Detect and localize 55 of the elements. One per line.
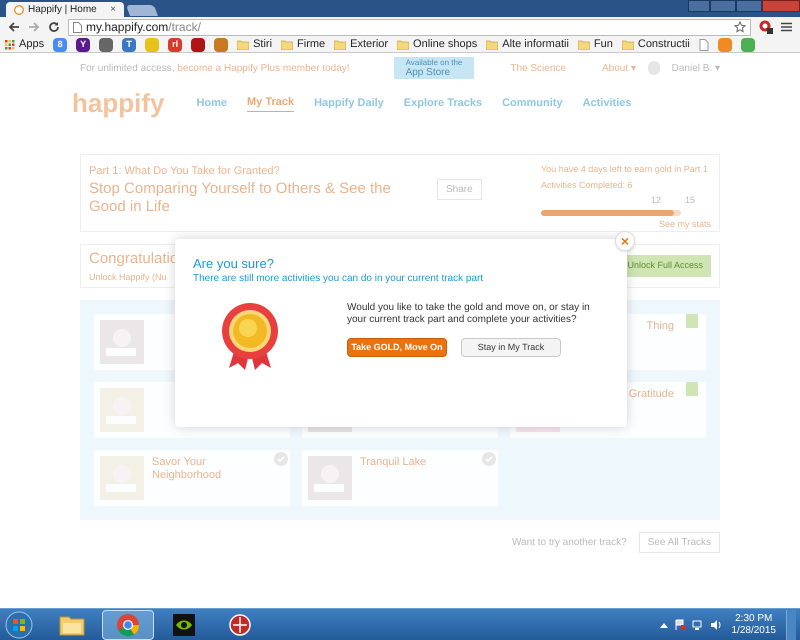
top-link[interactable]: The Science [510,60,566,76]
stay-button[interactable]: Stay in My Track [461,338,561,357]
browser-tab[interactable]: Happify | Home × [6,2,124,17]
address-bar[interactable]: my.happify.com/track/ [68,18,751,36]
dialog-question: Would you like to take the gold and move on, or stay in your current track part and complete your activities? [347,302,591,326]
congrats-title: Congratulatio [89,249,178,269]
folder-bookmark[interactable]: Exterior [334,36,388,53]
tab-close-button[interactable]: × [110,2,116,17]
nav-link[interactable]: My Track [247,94,294,112]
nav-link[interactable]: Home [196,94,228,112]
nav-link[interactable]: Activities [582,94,632,112]
nav-link[interactable]: Explore Tracks [404,94,482,112]
folder-bookmark[interactable]: Stiri [237,36,272,53]
progress-tick: 15 [684,194,695,207]
site-bookmark[interactable]: T [122,38,136,52]
url-text: my.happify.com/track/ [86,19,201,36]
happify-logo[interactable]: happify [72,84,164,122]
another-track-text: Want to try another track? [512,536,627,550]
tab-title: Happify | Home [28,3,98,17]
progress-tick: 12 [650,194,661,207]
share-button[interactable]: Share [437,179,482,200]
top-link[interactable]: About ▾ [602,60,636,76]
folder-bookmark[interactable]: Fun [578,36,613,53]
dialog-close-button[interactable]: × [615,231,635,251]
user-menu[interactable]: Daniel B. ▾ [672,60,720,76]
card-title: Savor Your Neighborhood [152,456,222,482]
app-store-button[interactable]: Available on the App Store [394,57,474,79]
folder-bookmark[interactable]: Alte informatii [486,36,569,53]
folder-bookmark[interactable]: Firme [281,36,326,53]
folder-bookmark[interactable]: Constructii [622,36,690,53]
promo-text: For unlimited access, become a Happify Plus member today! [80,62,350,76]
card-title: Thing [646,320,674,333]
move-on-button[interactable]: Take GOLD, Move On [347,338,447,357]
nav-link[interactable]: Community [502,94,563,112]
see-all-tracks-button[interactable]: See All Tracks [638,532,720,553]
activity-card[interactable]: Savor Your Neighborhood [94,450,290,506]
unlock-note: Unlock Happify (Nu [89,270,168,284]
part-title: Stop Comparing Yourself to Others & See the Good in Life [89,180,392,216]
site-bookmark[interactable]: 8 [53,38,68,52]
nav-link[interactable]: Happify Daily [314,94,384,112]
site-bookmark[interactable]: Y [76,38,90,52]
part-label: Part 1: What Do You Take for Granted? [89,164,281,179]
site-bookmark[interactable]: rl [168,38,182,52]
apps-bookmark[interactable]: Apps [5,36,44,53]
promo-link[interactable]: become a Happify Plus member today! [177,62,350,74]
card-title: Tranquil Lake [360,456,428,469]
deadline-note: You have 4 days left to earn gold in Part 1 [541,163,709,176]
dialog-title: Are you sure? [193,257,275,271]
activity-card[interactable]: Tranquil Lake [302,450,498,506]
folder-bookmark[interactable]: Online shops [397,36,478,53]
clock[interactable]: 2:30 PM 1/28/2015 [732,612,776,636]
card-title: Gratitude [628,388,674,401]
stats-link[interactable]: See my stats [658,218,711,231]
completed-count: Activities Completed: 6 [541,178,634,192]
dialog-subtitle: There are still more activities you can do in your current track part [193,272,484,286]
